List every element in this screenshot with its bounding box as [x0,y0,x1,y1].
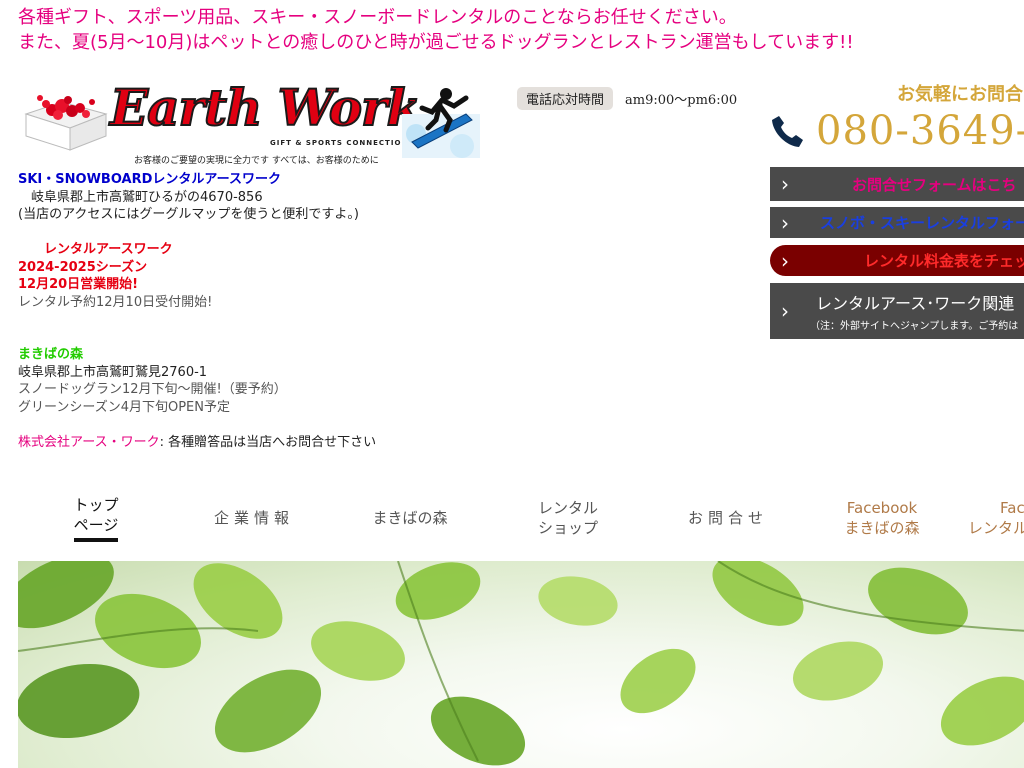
gift-box-icon [24,95,108,151]
forest-name: まきばの森 [18,347,84,362]
nav-facebook-rental-line1: Fac [1000,499,1024,517]
logo-brand-text: Earth Work [109,77,422,138]
related-site-note: （注：外部サイトへジャンプします。ご予約は [810,321,1019,332]
season-title: レンタルアースワーク [18,242,173,257]
banner-line-1: 各種ギフト、スポーツ用品、スキー・スノーボードレンタルのことならお任せください。 [18,7,737,28]
company-line: 株式会社アース・ワーク: 各種贈答品は当店へお問合せ下さい [18,434,498,452]
season-open: 12月20日営業開始! [18,277,139,292]
nav-facebook-makiba[interactable]: Facebook まきばの森 [836,490,928,546]
banner-line-2: また、夏(5月～10月)はペットとの癒しのひと時が過ごせるドッグランとレストラン… [18,32,854,53]
top-banner: 各種ギフト、スポーツ用品、スキー・スノーボードレンタルのことならお任せください。… [18,5,1018,55]
chevron-right-icon: › [781,210,789,235]
company-note: : 各種贈答品は当店へお問合せ下さい [159,434,377,450]
hours-time: am9:00～pm6:00 [625,93,738,108]
hero-leaves-image [18,561,1024,768]
logo-tagline: お客様のご要望の実現に全力です すべては、お客様のために [134,156,379,166]
nav-rental-shop-line2: ショップ [537,519,598,537]
access-note: (当店のアクセスにはグーグルマップを使うと便利ですよ。) [18,207,359,222]
shop-name: SKI・SNOWBOARDレンタルアースワーク [18,172,281,187]
related-site-button[interactable]: › レンタルアース･ワーク関連 （注：外部サイトへジャンプします。ご予約は [770,283,1024,339]
nav-facebook-rental-line2: レンタル [968,519,1024,537]
phone-link[interactable]: 080-3649- [770,108,1024,154]
related-site-label: レンタルアース･ワーク関連 [816,294,1015,313]
price-list-button[interactable]: › レンタル料金表をチェッ [770,245,1024,276]
chevron-right-icon: › [781,248,789,273]
nav-makiba-forest[interactable]: まきばの森 [360,490,460,546]
price-list-label: レンタル料金表をチェッ [864,252,1024,270]
shop-info: SKI・SNOWBOARDレンタルアースワーク 岐阜県郡上市高鷲町ひるがの467… [18,171,498,451]
chevron-right-icon: › [781,299,789,323]
rental-form-label: スノボ・スキーレンタルフォーム [820,214,1024,232]
chevron-right-icon: › [781,172,789,196]
nav-contact-label: お問合せ [687,509,768,527]
main-nav: トップ ページ 企業情報 まきばの森 レンタル ショップ お問合せ Facebo… [18,490,1024,546]
green-leaves-image [18,561,1024,766]
nav-company-info-label: 企業情報 [213,509,294,527]
nav-rental-shop-line1: レンタル [537,499,598,517]
hours-label: 電話応対時間 [517,87,614,110]
snow-dog-note: スノードッグラン12月下旬～開催!（要予約） [18,382,287,397]
contact-heading: お気軽にお問合 [897,84,1023,105]
phone-icon [772,116,803,147]
company-name: 株式会社アース・ワーク [18,434,160,450]
nav-top-page[interactable]: トップ ページ [60,490,132,546]
nav-contact[interactable]: お問合せ [678,490,778,546]
nav-top-page-line2: ページ [73,515,119,542]
nav-makiba-forest-label: まきばの森 [372,509,448,527]
shop-address: 岐阜県郡上市高鷲町ひるがの4670-856 [18,189,263,205]
rental-form-button[interactable]: › スノボ・スキーレンタルフォーム [770,207,1024,238]
nav-top-page-line1: トップ [73,495,119,514]
nav-company-info[interactable]: 企業情報 [198,490,310,546]
inquiry-form-label: お問合せフォームはこち [852,175,1017,194]
nav-facebook-makiba-line2: まきばの森 [844,519,920,537]
nav-rental-shop[interactable]: レンタル ショップ [523,490,613,546]
forest-address: 岐阜県郡上市高鷲町鷲見2760-1 [18,364,208,380]
snowboarder-icon [402,88,480,158]
nav-facebook-makiba-line1: Facebook [846,499,918,517]
green-season-note: グリーンシーズン4月下旬OPEN予定 [18,399,230,415]
phone-hours: 電話応対時間 am9:00～pm6:00 [517,87,737,110]
season-name: 2024-2025シーズン [18,259,148,275]
phone-number: 080-3649- [816,108,1024,154]
inquiry-form-button[interactable]: › お問合せフォームはこち [770,167,1024,201]
nav-facebook-rental[interactable]: Fac レンタル [968,490,1024,546]
earthwork-logo[interactable]: Earth Work GIFT & SPORTS CONNECTION STOR… [18,76,480,166]
reservation-note: レンタル予約12月10日受付開始! [18,294,213,310]
